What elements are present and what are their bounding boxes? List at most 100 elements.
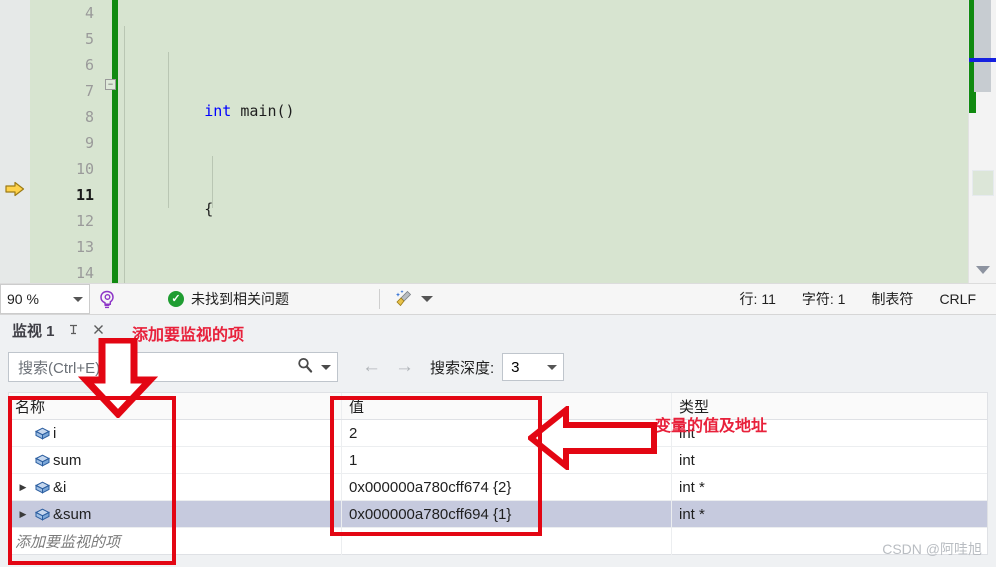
search-placeholder: 搜索(Ctrl+E) [18,359,101,377]
search-depth-value: 3 [511,358,520,376]
watch-tab-label: 监视 1 [12,323,55,340]
visual-studio-debug-screenshot: 4 5 6 7 8 9 10 11 12 13 14 − int main() { [0,0,996,567]
search-depth-combobox[interactable]: 3 [502,353,565,381]
arrow-right-icon[interactable]: → [395,356,414,378]
watch-name: i [53,424,57,442]
search-navigation: ← → [362,356,414,378]
watch-type: int * [679,505,705,523]
diagnostics-label: 未找到相关问题 [191,291,289,307]
line-number: 10 [75,160,94,178]
check-circle-icon: ✓ [168,291,184,307]
watch-type: int [679,451,695,469]
watch-name-cell[interactable]: ▶ sum [9,447,341,473]
zoom-level-combobox[interactable]: 90 % [0,284,90,314]
tab-watch-1[interactable]: 监视 1 [0,315,117,346]
line-position-label: 行: 11 [739,291,776,307]
editor-status-bar: 90 % ✓ 未找到相关问题 行: 11 字符: 1 制表符 CRLF [0,283,996,315]
tab-mode-label[interactable]: 制表符 [871,289,913,309]
watch-value[interactable]: 1 [349,452,357,469]
line-number: 12 [75,212,94,230]
fold-collapse-icon-main[interactable]: − [105,79,116,90]
variable-cube-icon [31,452,53,469]
watch-name: &i [53,478,67,496]
annotation-add-watch-item-label: 添加要监视的项 [132,327,245,344]
watch-name: sum [53,451,82,469]
indent-guide [168,52,169,208]
watch-name-cell[interactable]: ▶ i [9,420,341,446]
diagnostics-status[interactable]: ✓ 未找到相关问题 [168,289,289,309]
column-header-value[interactable]: 值 [341,393,671,419]
line-number: 9 [84,134,94,152]
search-depth-label: 搜索深度: [430,359,495,377]
chevron-down-icon[interactable] [321,364,331,370]
watch-variables-table[interactable]: 名称 值 类型 ▶ i 2 int [8,392,988,555]
table-row[interactable]: ▶ &i 0x000000a780cff674 {2} int * [9,474,987,501]
line-number-current: 11 [75,186,94,204]
search-icon[interactable] [296,356,314,379]
code-line-6[interactable]: int i = 0; [118,268,968,283]
chevron-down-icon[interactable] [547,364,558,370]
code-cleanup-broom-icon[interactable] [394,288,414,311]
close-icon[interactable] [92,323,105,339]
line-number: 8 [84,108,94,126]
column-header-name[interactable]: 名称 [9,393,341,419]
watermark: CSDN @阿哇旭 [882,541,982,557]
indent-guide [124,82,125,283]
watch-name-cell[interactable]: ▶ &i [9,474,341,500]
line-number: 14 [75,264,94,282]
chevron-down-icon[interactable] [421,296,433,302]
watch-value[interactable]: 0x000000a780cff674 {2} [349,479,511,496]
chevron-down-icon[interactable] [73,296,83,302]
annotation-value-address-label: 变量的值及地址 [655,418,768,435]
scrollbar-preview-box [972,170,994,196]
add-watch-name-cell[interactable]: 添加要监视的项 [9,528,341,555]
token-paren: ) [285,102,295,120]
arrow-left-icon[interactable]: ← [362,356,381,378]
line-number: 13 [75,238,94,256]
line-number-gutter: 4 5 6 7 8 9 10 11 12 13 14 [30,0,102,283]
add-watch-row[interactable]: 添加要监视的项 [9,528,987,555]
code-text-area[interactable]: −int main() { int i = 0; int sum = 0; − … [105,0,968,283]
breakpoint-margin[interactable] [0,0,30,283]
code-editor[interactable]: 4 5 6 7 8 9 10 11 12 13 14 − int main() { [0,0,996,283]
intellicode-brain-icon[interactable] [90,284,124,314]
token-keyword-int: int [204,102,232,120]
code-cleanup-control[interactable] [394,288,433,311]
watch-window: 监视 1 搜索(Ctrl+E) ← → 搜索深度: 3 名称 值 类型 i 2 … [0,315,996,567]
code-line-5[interactable]: { [118,170,968,218]
watch-value[interactable]: 2 [349,425,357,442]
indent-guide [124,26,125,82]
scrollbar-caret-marker [969,58,996,62]
line-number: 6 [84,56,94,74]
add-watch-placeholder: 添加要监视的项 [15,534,121,551]
table-row[interactable]: ▶ &sum 0x000000a780cff694 {1} int * [9,501,987,528]
zoom-level-value: 90 % [7,291,39,307]
variable-cube-icon [31,506,53,523]
watch-value[interactable]: 0x000000a780cff694 {1} [349,506,511,523]
execution-pointer-arrow-icon [5,181,25,197]
watch-type: int * [679,478,705,496]
search-input[interactable]: 搜索(Ctrl+E) [8,352,338,382]
line-number: 4 [84,4,94,22]
variable-cube-icon [31,425,53,442]
line-ending-label[interactable]: CRLF [939,291,976,307]
editor-vertical-scrollbar[interactable] [968,0,996,283]
line-number: 5 [84,30,94,48]
line-number: 7 [84,82,94,100]
table-row[interactable]: ▶ i 2 int [9,420,987,447]
pin-icon[interactable] [67,323,80,339]
expander-icon[interactable]: ▶ [15,509,31,520]
status-right-group: 行: 11 字符: 1 制表符 CRLF [740,289,996,309]
variable-cube-icon [31,479,53,496]
token-identifier-main: main [240,102,277,120]
watch-name-cell[interactable]: ▶ &sum [9,501,341,527]
scrollbar-thumb[interactable] [974,0,991,92]
watch-name: &sum [53,505,92,523]
watch-toolbar: 搜索(Ctrl+E) ← → 搜索深度: 3 [0,346,996,388]
table-row[interactable]: ▶ sum 1 int [9,447,987,474]
scroll-down-arrow-icon[interactable] [976,266,990,274]
table-header-row: 名称 值 类型 [9,393,987,420]
token-paren: ( [276,102,286,120]
code-line-4[interactable]: − int main() [105,72,968,120]
expander-icon[interactable]: ▶ [15,482,31,493]
